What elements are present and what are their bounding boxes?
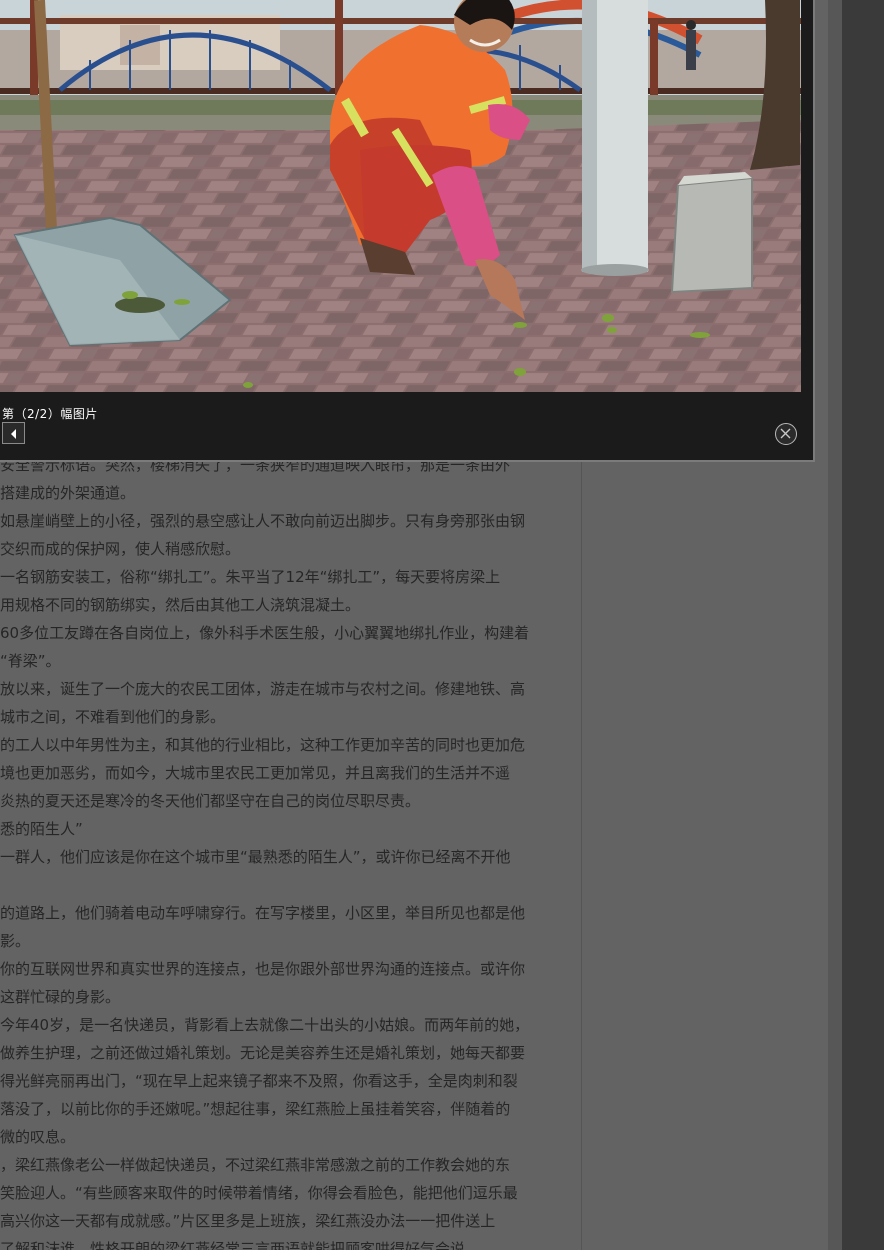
article-line: 今年40岁，是一名快递员，背影看上去就像二十出头的小姑娘。而两年前的她， xyxy=(0,1016,530,1034)
article-line: 做养生护理，之前还做过婚礼策划。无论是美容养生还是婚礼策划，她每天都要 xyxy=(0,1044,526,1062)
page-margin xyxy=(828,0,842,1250)
close-icon xyxy=(780,428,791,439)
article-body: 安全警示标语。突然，楼梯消失了，一条狭窄的通道映入眼帘，那是一条由外 搭建成的外… xyxy=(0,455,570,1250)
article-line: 如悬崖峭壁上的小径，强烈的悬空感让人不敢向前迈出脚步。只有身旁那张由钢 xyxy=(0,512,526,530)
column-divider xyxy=(581,462,582,1250)
article-line: 放以来，诞生了一个庞大的农民工团体，游走在城市与农村之间。修建地铁、高 xyxy=(0,680,526,698)
article-line: 用规格不同的钢筋绑实，然后由其他工人浇筑混凝土。 xyxy=(0,596,361,614)
article-line: 60多位工友蹲在各自岗位上，像外科手术医生般，小心翼翼地绑扎作业，构建着 xyxy=(0,624,530,642)
article-line: 的工人以中年男性为主，和其他的行业相比，这种工作更加辛苦的同时也更加危 xyxy=(0,736,526,754)
triangle-left-icon xyxy=(11,429,16,439)
image-lightbox: 第（2/2）幅图片 xyxy=(0,0,815,462)
previous-image-button[interactable] xyxy=(2,422,25,444)
article-line: 一群人，他们应该是你在这个城市里“最熟悉的陌生人”，或许你已经离不开他 xyxy=(0,848,511,866)
article-line: 微的叹息。 xyxy=(0,1128,76,1146)
article-line: 了解和沫谁，性格开朗的梁红燕经常三言两语就能把顾客哄得好气会说 xyxy=(0,1240,466,1250)
article-line: 得光鲜亮丽再出门，“现在早上起来镜子都来不及照，你看这手，全是肉刺和裂 xyxy=(0,1072,518,1090)
street-sweeper-photo xyxy=(0,0,801,392)
article-line: 笑脸迎人。“有些顾客来取件的时候带着情绪，你得会看脸色，能把他们逗乐最 xyxy=(0,1184,518,1202)
article-line: “脊梁”。 xyxy=(0,652,61,670)
photo-frame-edge xyxy=(801,0,813,392)
article-line: 落没了，以前比你的手还嫩呢。”想起往事，梁红燕脸上虽挂着笑容，伴随着的 xyxy=(0,1100,511,1118)
article-line xyxy=(0,871,570,899)
article-line: 一名钢筋安装工，俗称“绑扎工”。朱平当了12年“绑扎工”，每天要将房梁上 xyxy=(0,568,501,586)
lightbox-photo xyxy=(0,0,801,392)
article-line: 境也更加恶劣，而如今，大城市里农民工更加常见，并且离我们的生活并不遥 xyxy=(0,764,511,782)
article-line: 影。 xyxy=(0,932,31,950)
article-line: 的道路上，他们骑着电动车呼啸穿行。在写字楼里，小区里，举目所见也都是他 xyxy=(0,904,526,922)
article-line: 交织而成的保护网，使人稍感欣慰。 xyxy=(0,540,241,558)
article-line: ，梁红燕像老公一样做起快递员，不过梁红燕非常感激之前的工作教会她的东 xyxy=(0,1156,511,1174)
image-counter-caption: 第（2/2）幅图片 xyxy=(2,407,98,421)
article-line: 高兴你这一天都有成就感。”片区里多是上班族，梁红燕没办法一一把件送上 xyxy=(0,1212,496,1230)
article-line: 这群忙碌的身影。 xyxy=(0,988,121,1006)
article-line: 炎热的夏天还是寒冷的冬天他们都坚守在自己的岗位尽职尽责。 xyxy=(0,792,421,810)
close-lightbox-button[interactable] xyxy=(775,423,797,445)
article-line: 悉的陌生人” xyxy=(0,820,83,838)
article-line: 搭建成的外架通道。 xyxy=(0,484,136,502)
article-line: 你的互联网世界和真实世界的连接点，也是你跟外部世界沟通的连接点。或许你 xyxy=(0,960,526,978)
scrollbar-track[interactable] xyxy=(842,0,884,1250)
article-line: 城市之间，不难看到他们的身影。 xyxy=(0,708,226,726)
